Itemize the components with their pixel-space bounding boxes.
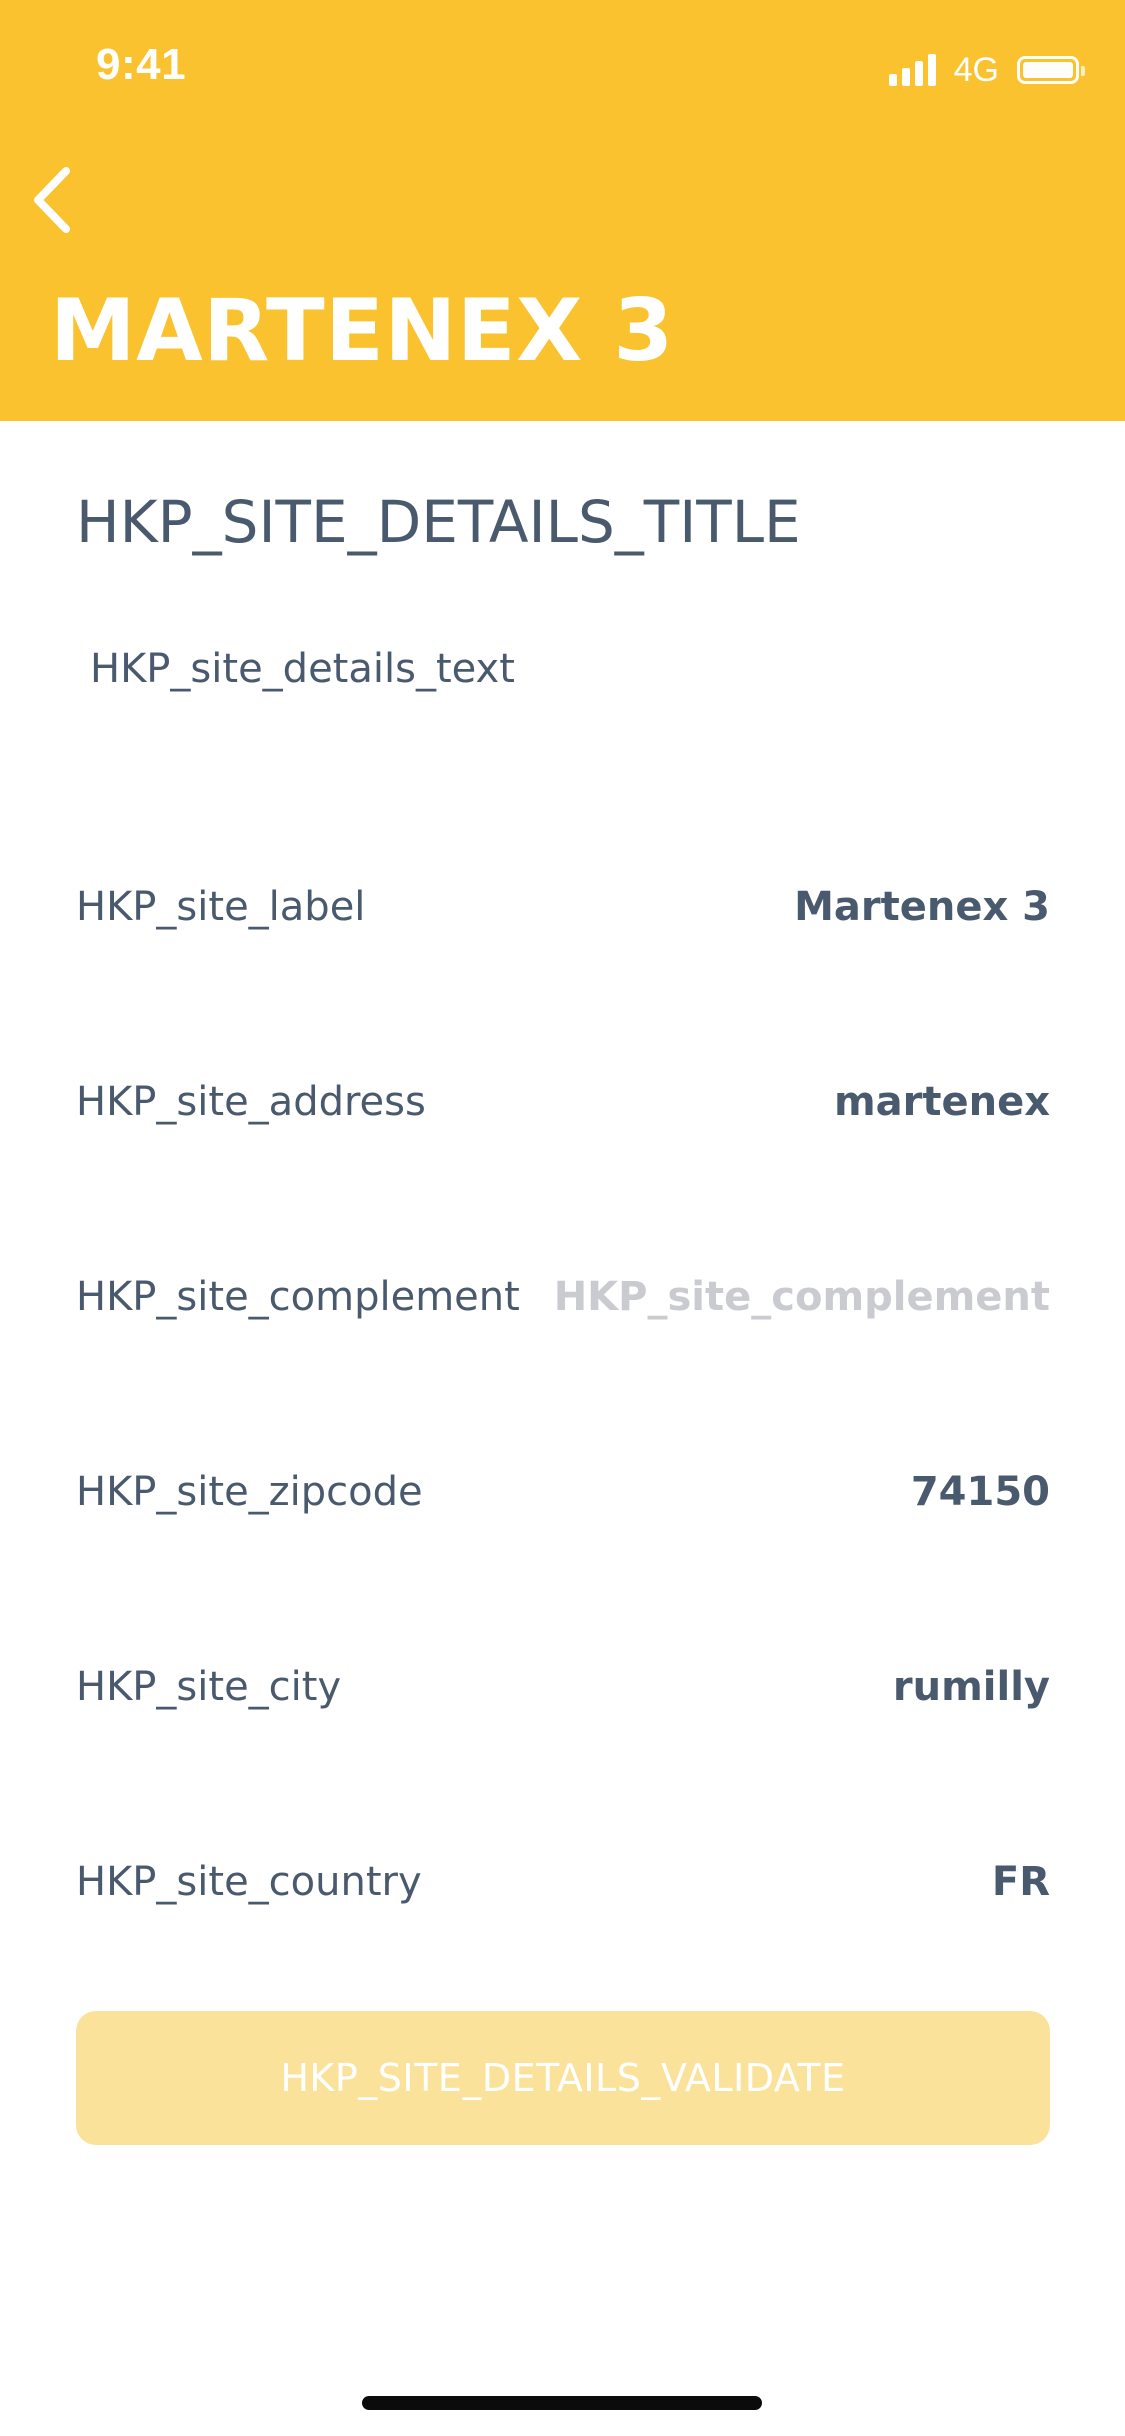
network-type: 4G	[953, 50, 999, 89]
status-time: 9:41	[96, 40, 187, 89]
home-indicator[interactable]	[362, 2396, 762, 2410]
validate-button[interactable]: HKP_SITE_DETAILS_VALIDATE	[76, 2011, 1050, 2145]
site-label-value[interactable]: Martenex 3	[794, 884, 1050, 930]
signal-icon	[888, 54, 936, 86]
app-header: 9:41 4G MARTENEX 3	[0, 0, 1125, 421]
field-row-site-complement[interactable]: HKP_site_complement HKP_site_complement	[76, 1257, 1050, 1337]
field-label: HKP_site_label	[76, 884, 366, 930]
field-row-site-country[interactable]: HKP_site_country FR	[76, 1842, 1050, 1922]
status-indicators: 4G	[888, 50, 1085, 90]
field-label: HKP_site_city	[76, 1664, 342, 1710]
validate-button-label: HKP_SITE_DETAILS_VALIDATE	[280, 2056, 846, 2100]
site-address-value[interactable]: martenex	[834, 1079, 1050, 1125]
section-title: HKP_SITE_DETAILS_TITLE	[76, 488, 801, 556]
chevron-left-icon	[34, 167, 70, 233]
site-complement-input[interactable]: HKP_site_complement	[554, 1274, 1050, 1320]
back-button[interactable]	[22, 160, 82, 240]
field-label: HKP_site_country	[76, 1859, 422, 1905]
site-zipcode-value[interactable]: 74150	[911, 1469, 1050, 1515]
field-row-site-label[interactable]: HKP_site_label Martenex 3	[76, 867, 1050, 947]
field-label: HKP_site_complement	[76, 1274, 520, 1320]
field-label: HKP_site_address	[76, 1079, 426, 1125]
section-description: HKP_site_details_text	[90, 646, 515, 692]
field-label: HKP_site_zipcode	[76, 1469, 423, 1515]
site-country-value[interactable]: FR	[992, 1859, 1050, 1905]
page-title: MARTENEX 3	[50, 281, 674, 381]
site-city-value[interactable]: rumilly	[893, 1664, 1050, 1710]
battery-icon	[1017, 56, 1085, 84]
field-row-site-city[interactable]: HKP_site_city rumilly	[76, 1647, 1050, 1727]
field-row-site-address[interactable]: HKP_site_address martenex	[76, 1062, 1050, 1142]
field-row-site-zipcode[interactable]: HKP_site_zipcode 74150	[76, 1452, 1050, 1532]
